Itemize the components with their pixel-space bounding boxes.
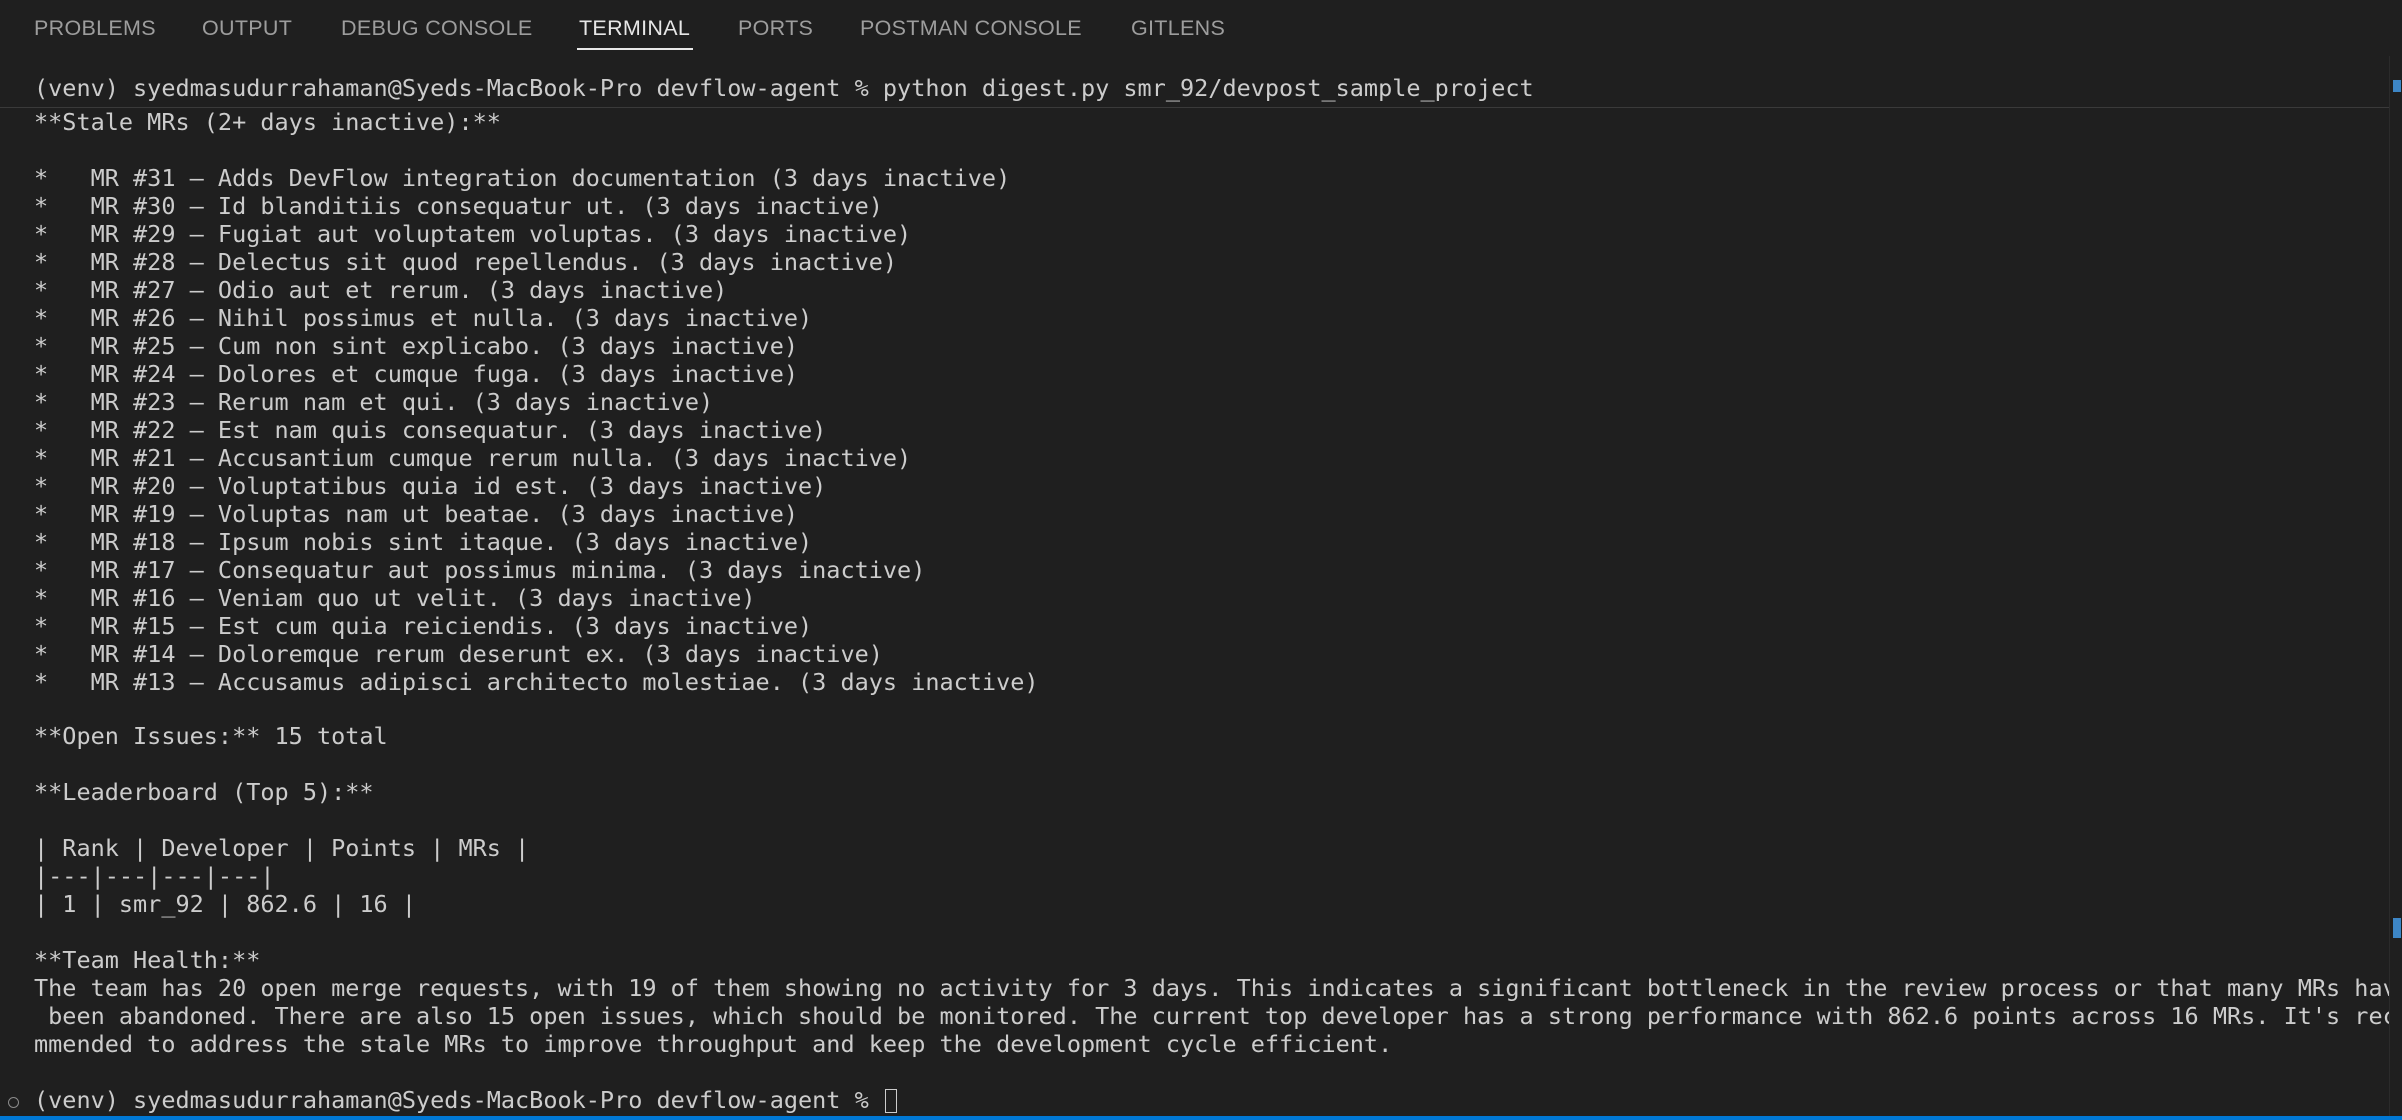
stale-mr-item: * MR #13 — Accusamus adipisci architecto…: [34, 668, 1039, 696]
tab-terminal[interactable]: TERMINAL: [579, 16, 690, 41]
panel-tab-bar: PROBLEMS OUTPUT DEBUG CONSOLE TERMINAL P…: [0, 0, 2402, 56]
leaderboard-table-row: | 1 | smr_92 | 862.6 | 16 |: [34, 890, 417, 918]
final-prompt-line[interactable]: (venv) syedmasudurrahaman@Syeds-MacBook-…: [34, 1086, 897, 1114]
tab-output[interactable]: OUTPUT: [202, 16, 292, 41]
status-bar: [0, 1116, 2402, 1120]
scrollbar-marker: [2393, 80, 2401, 92]
scrollbar-marker: [2393, 918, 2401, 938]
stale-mr-item: * MR #27 — Odio aut et rerum. (3 days in…: [34, 276, 728, 304]
stale-mr-item: * MR #20 — Voluptatibus quia id est. (3 …: [34, 472, 827, 500]
tab-postman-console[interactable]: POSTMAN CONSOLE: [860, 16, 1082, 41]
command-line: (venv) syedmasudurrahaman@Syeds-MacBook-…: [34, 74, 1534, 102]
terminal-cursor: [884, 1089, 897, 1113]
team-health-line: been abandoned. There are also 15 open i…: [34, 1002, 2402, 1030]
team-health-line: The team has 20 open merge requests, wit…: [34, 974, 2402, 1002]
team-health-header: **Team Health:**: [34, 946, 261, 974]
tab-debug-console[interactable]: DEBUG CONSOLE: [341, 16, 532, 41]
tab-gitlens[interactable]: GITLENS: [1131, 16, 1225, 41]
stale-mrs-header: **Stale MRs (2+ days inactive):**: [34, 108, 501, 136]
stale-mr-item: * MR #26 — Nihil possimus et nulla. (3 d…: [34, 304, 813, 332]
team-health-line: mmended to address the stale MRs to impr…: [34, 1030, 1393, 1058]
tab-problems[interactable]: PROBLEMS: [34, 16, 156, 41]
terminal-panel: PROBLEMS OUTPUT DEBUG CONSOLE TERMINAL P…: [0, 0, 2402, 1120]
stale-mr-item: * MR #18 — Ipsum nobis sint itaque. (3 d…: [34, 528, 813, 556]
active-tab-indicator: [577, 48, 693, 50]
stale-mr-item: * MR #21 — Accusantium cumque rerum null…: [34, 444, 912, 472]
leaderboard-table-separator-row: |---|---|---|---|: [34, 862, 275, 890]
stale-mr-item: * MR #31 — Adds DevFlow integration docu…: [34, 164, 1011, 192]
terminal-scrollbar[interactable]: [2389, 56, 2402, 1116]
stale-mr-item: * MR #17 — Consequatur aut possimus mini…: [34, 556, 926, 584]
tab-ports[interactable]: PORTS: [738, 16, 813, 41]
stale-mr-item: * MR #15 — Est cum quia reiciendis. (3 d…: [34, 612, 813, 640]
stale-mr-item: * MR #19 — Voluptas nam ut beatae. (3 da…: [34, 500, 799, 528]
stale-mr-item: * MR #14 — Doloremque rerum deserunt ex.…: [34, 640, 883, 668]
stale-mr-item: * MR #25 — Cum non sint explicabo. (3 da…: [34, 332, 799, 360]
stale-mr-item: * MR #16 — Veniam quo ut velit. (3 days …: [34, 584, 756, 612]
stale-mr-item: * MR #23 — Rerum nam et qui. (3 days ina…: [34, 388, 714, 416]
leaderboard-table-header-row: | Rank | Developer | Points | MRs |: [34, 834, 530, 862]
leaderboard-header: **Leaderboard (Top 5):**: [34, 778, 374, 806]
stale-mr-item: * MR #28 — Delectus sit quod repellendus…: [34, 248, 898, 276]
stale-mr-item: * MR #22 — Est nam quis consequatur. (3 …: [34, 416, 827, 444]
final-prompt: (venv) syedmasudurrahaman@Syeds-MacBook-…: [34, 1086, 883, 1114]
prompt-status-circle-icon: [8, 1097, 19, 1108]
stale-mr-item: * MR #24 — Dolores et cumque fuga. (3 da…: [34, 360, 799, 388]
stale-mr-item: * MR #30 — Id blanditiis consequatur ut.…: [34, 192, 883, 220]
open-issues-line: **Open Issues:** 15 total: [34, 722, 388, 750]
stale-mr-item: * MR #29 — Fugiat aut voluptatem volupta…: [34, 220, 912, 248]
terminal-output[interactable]: (venv) syedmasudurrahaman@Syeds-MacBook-…: [0, 56, 2402, 1116]
